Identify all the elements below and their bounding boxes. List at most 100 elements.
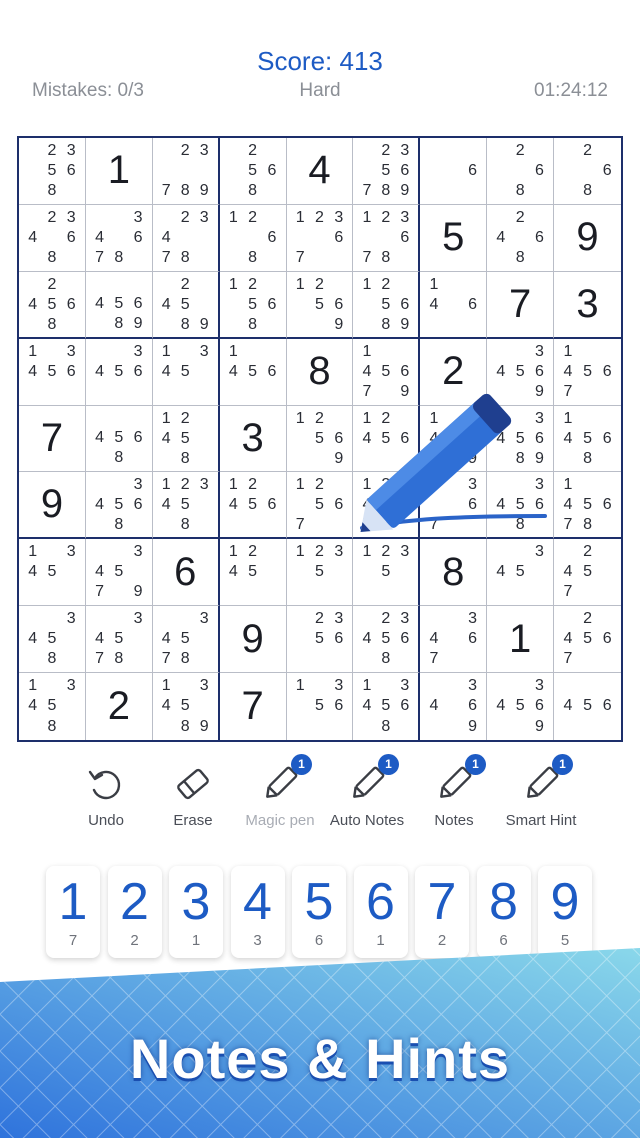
board-cell[interactable]: 1245 (219, 539, 287, 607)
board-cell[interactable]: 12 56 7 (286, 472, 354, 540)
note-digit (157, 141, 176, 161)
board-cell[interactable]: 3 4 6 7 (420, 606, 488, 674)
note-digit (357, 609, 376, 629)
board-cell[interactable]: 2 (86, 673, 153, 740)
board-cell[interactable]: 1 4 6 (420, 271, 488, 339)
board-cell[interactable]: 268 (554, 138, 621, 205)
board-cell[interactable]: 1 (487, 606, 555, 674)
board-cell[interactable]: 123 6 7 (286, 204, 354, 272)
board-cell[interactable]: 1 3 456 (19, 338, 86, 406)
board-cell[interactable]: 8 (420, 539, 488, 607)
board-cell[interactable]: 12 56 9 (286, 271, 354, 339)
board-cell[interactable]: 2356 789 (353, 138, 421, 205)
board-cell[interactable]: 23568 (19, 138, 86, 205)
board-cell[interactable]: 2457 (554, 539, 621, 607)
board-cell[interactable]: 123 45 8 (152, 472, 220, 540)
board-cell[interactable]: 2 (420, 338, 488, 406)
board-cell[interactable]: 1 3 45 8 (19, 673, 86, 740)
note-digit (90, 342, 109, 362)
board-cell[interactable]: 6 (420, 138, 488, 205)
board-cell[interactable]: 3 6 7 (420, 472, 488, 540)
board-cell[interactable]: 3 456 (85, 338, 153, 406)
board-cell[interactable]: 1268 (219, 204, 287, 272)
board-cell[interactable]: 1 456 (219, 338, 287, 406)
auto-notes-button[interactable]: 1 Auto Notes (321, 754, 413, 842)
board-cell[interactable]: 2456 7 (554, 606, 621, 674)
board-cell[interactable]: 12456 (219, 472, 287, 540)
board-cell[interactable]: 3 (554, 272, 621, 339)
note-digit: 4 (161, 228, 171, 246)
score-label: Score: 413 (257, 46, 383, 76)
board-cell[interactable]: 9 (554, 205, 621, 272)
board-cell[interactable]: 1 3 4568 (353, 673, 421, 740)
board-cell[interactable]: 1 3 45 (19, 539, 86, 607)
board-cell[interactable]: 3 45 8 (19, 606, 86, 674)
board-cell[interactable]: 1 3 45 89 (153, 673, 220, 740)
board-cell[interactable]: 1 4 6 9 (420, 405, 488, 473)
undo-button[interactable]: Undo (60, 762, 152, 842)
board-cell[interactable]: 7 (487, 271, 555, 339)
board-cell[interactable]: 3 456 9 (487, 673, 555, 740)
board-cell[interactable]: 12 56 9 (286, 405, 354, 473)
board-cell[interactable]: 12 568 (219, 271, 287, 339)
note-digit (491, 208, 510, 228)
board-cell[interactable]: 6 (152, 539, 220, 607)
board-cell[interactable]: 1 3 45 (152, 338, 220, 406)
board-cell[interactable]: 1 456 7 (554, 339, 621, 406)
board-cell[interactable]: 7 (19, 405, 86, 473)
board-cell[interactable]: 12 5689 (353, 271, 421, 339)
board-cell[interactable]: 24568 (19, 271, 86, 339)
board-cell[interactable]: 1 4568 (554, 406, 621, 473)
note-digit: 3 (535, 677, 544, 695)
note-digit (243, 515, 262, 534)
note-digit (395, 717, 414, 737)
notes-button[interactable]: 1 Notes (408, 754, 500, 842)
board-cell[interactable]: 4 (286, 138, 354, 205)
board-cell[interactable]: 1 (85, 138, 153, 205)
note-digit (291, 429, 310, 449)
board-cell[interactable]: 8 (286, 338, 354, 406)
board-cell[interactable]: 23 4568 (353, 606, 421, 674)
erase-button[interactable]: Erase (147, 762, 239, 842)
board-cell[interactable]: 1 456 7 9 (353, 338, 421, 406)
board-cell[interactable]: 3 (219, 405, 287, 473)
board-cell[interactable]: 1 356 (287, 673, 354, 740)
board-cell[interactable]: 1235 (286, 539, 354, 607)
note-digit: 1 (362, 275, 372, 293)
board-cell[interactable]: 1245 8 (152, 405, 220, 473)
board-cell[interactable]: 3 456 9 (487, 338, 555, 406)
note-digit (530, 582, 549, 602)
board-cell[interactable]: 5 (420, 204, 488, 272)
smart-hint-button[interactable]: 1 Smart Hint (495, 754, 587, 842)
board-cell[interactable]: 456 (554, 673, 621, 740)
board-cell[interactable]: 9 (219, 606, 287, 674)
board-cell[interactable]: 2356 (286, 606, 354, 674)
board-cell[interactable]: 123 6 78 (353, 204, 421, 272)
board-cell[interactable]: 45689 (85, 271, 153, 339)
magic-pen-button[interactable]: 1 Magic pen (234, 754, 326, 842)
board-cell[interactable]: 3 457 9 (85, 539, 153, 607)
board-cell[interactable]: 23 4 78 (152, 204, 220, 272)
board-cell[interactable]: 4568 (85, 405, 153, 473)
board-cell[interactable]: 3 45689 (487, 405, 555, 473)
board-cell[interactable]: 7 (220, 673, 287, 740)
board-cell[interactable]: 3 45 (487, 539, 555, 607)
board-cell[interactable]: 245 89 (152, 271, 220, 339)
board-cell[interactable]: 3 4568 (487, 472, 555, 540)
board-cell[interactable]: 2 568 (219, 138, 287, 205)
board-cell[interactable]: 9 (19, 472, 86, 540)
board-cell[interactable]: 3 4 6 9 (420, 673, 488, 740)
note-digit (511, 542, 530, 562)
board-cell[interactable]: 3 4568 (85, 472, 153, 540)
board-cell[interactable]: 3 4578 (85, 606, 153, 674)
board-cell[interactable]: 3 4578 (152, 606, 220, 674)
board-cell[interactable]: 1235 (353, 539, 421, 607)
board-cell[interactable]: 23 4 68 (19, 204, 86, 272)
board-cell[interactable]: 24 68 (487, 204, 555, 272)
board-cell[interactable]: 12456 (353, 405, 421, 473)
board-cell[interactable]: 23 789 (152, 138, 220, 205)
board-cell[interactable]: 268 (487, 138, 555, 205)
board-cell[interactable]: 1 456 78 (554, 472, 621, 540)
board-cell[interactable]: 12456 7 (353, 472, 421, 540)
board-cell[interactable]: 3 4 6 78 (85, 204, 153, 272)
